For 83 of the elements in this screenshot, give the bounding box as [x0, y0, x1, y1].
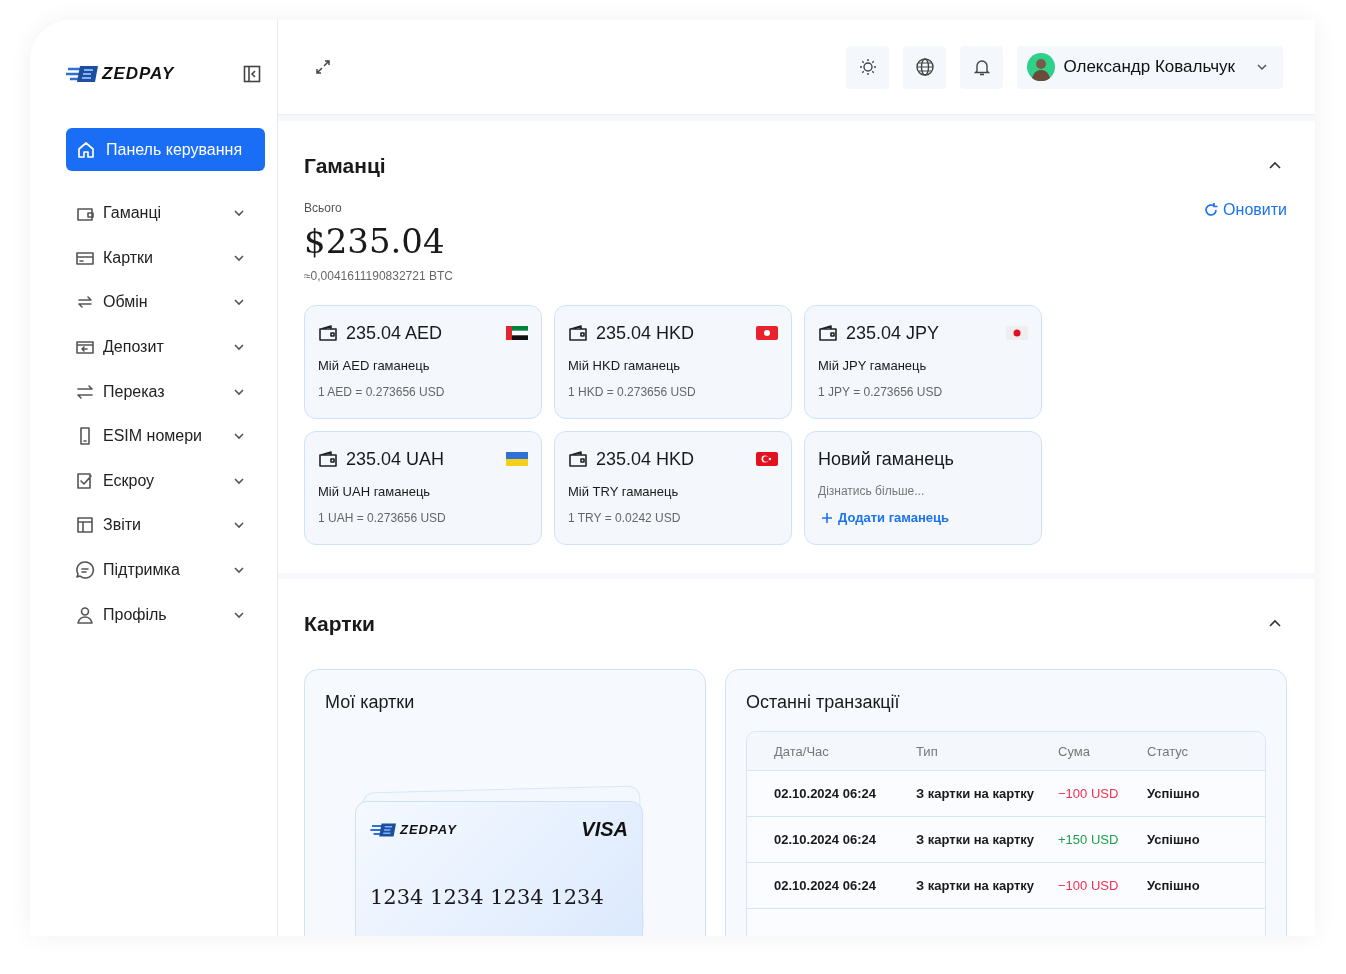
user-menu-button[interactable]: Олександр Ковальчук: [1017, 45, 1283, 89]
total-label: Всього: [304, 201, 343, 215]
wallet-name: Мій UAH гаманець: [318, 484, 432, 499]
section-title: Гаманці: [304, 154, 386, 178]
bell-icon: [971, 57, 992, 77]
panel-title: Останні транзакції: [746, 692, 901, 713]
wallet-card[interactable]: 235.04 JPY Мій JPY гаманець 1 JPY = 0.273656 USD: [804, 305, 1042, 419]
wallet-card[interactable]: 235.04 AED Мій AED гаманець 1 AED = 0.273656 USD: [304, 305, 542, 419]
wallet-icon: [318, 324, 338, 342]
wallet-icon: [568, 450, 588, 468]
globe-icon: [914, 57, 935, 77]
sidebar-nav-item[interactable]: Ескроу: [66, 458, 256, 504]
exchange-rate: 1 UAH = 0.273656 USD: [318, 511, 447, 525]
wallet-icon: [318, 450, 338, 468]
wallet-card[interactable]: 235.04 HKD Мій TRY гаманець 1 TRY = 0.0242 USD: [554, 431, 792, 545]
sidebar-nav-item[interactable]: Профіль: [66, 592, 256, 637]
column-header: Сума: [1058, 743, 1091, 759]
avatar-icon: [1027, 53, 1056, 81]
wallet-card[interactable]: 235.04 UAH Мій UAH гаманець 1 UAH = 0.273656 USD: [304, 431, 542, 545]
sun-icon: [857, 57, 878, 77]
table-cell-text: Успішно: [1147, 878, 1201, 893]
table-cell-text: 02.10.2024 06:24: [774, 786, 877, 801]
column-header: Тип: [916, 743, 939, 759]
card-network-logo: VISA: [581, 818, 628, 841]
sidebar-nav-item[interactable]: Картки: [66, 235, 256, 281]
wallet-name: Мій JPY гаманець: [818, 358, 928, 373]
table-cell-text: −100 USD: [1058, 878, 1120, 893]
notifications-button[interactable]: [960, 45, 1004, 89]
sidebar-nav-item[interactable]: Обмін: [66, 280, 256, 325]
zedpay-logo: ZEDPAY: [66, 64, 175, 84]
zedpay-logo: ZEDPAY: [370, 821, 457, 838]
table-cell-text: З картки на картку: [916, 786, 1036, 801]
table-cell-text: Успішно: [1147, 786, 1201, 801]
plus-icon: [821, 511, 833, 524]
new-wallet-title: Новий гаманець: [818, 448, 955, 470]
sidebar-toggle-icon[interactable]: [243, 65, 261, 83]
wallet-icon: [818, 324, 838, 342]
sidebar-nav-item[interactable]: Переказ: [66, 369, 256, 414]
table-cell-text: З картки на картку: [916, 878, 1036, 893]
language-button[interactable]: [903, 45, 947, 89]
card-number: 1234 1234 1234 1234: [370, 885, 605, 909]
wallet-amount: 235.04 AED: [346, 322, 444, 344]
wallet-card[interactable]: Новий гаманець Дізнатись більше... Додати гаманець: [804, 431, 1042, 545]
table-cell-text: Успішно: [1147, 832, 1201, 847]
exchange-rate: 1 JPY = 0.273656 USD: [818, 385, 944, 399]
wallet-amount: 235.04 UAH: [346, 448, 446, 470]
theme-toggle-button[interactable]: [846, 45, 890, 89]
wallet-amount: 235.04 HKD: [596, 322, 696, 344]
sidebar-nav-item[interactable]: ESIM номери: [66, 413, 256, 459]
wallet-amount: 235.04 JPY: [846, 322, 941, 344]
section-title: Картки: [304, 612, 375, 636]
btc-equivalent: ≈0,0041611190832721 BTC: [304, 269, 453, 283]
table-cell-text: 02.10.2024 06:24: [774, 832, 877, 847]
learn-more-text: Дізнатись більше...: [818, 484, 926, 498]
sidebar-nav-item[interactable]: Підтримка: [66, 547, 256, 593]
column-header: Статус: [1147, 743, 1190, 759]
exchange-rate: 1 TRY = 0.0242 USD: [568, 511, 682, 525]
total-balance: $235.04: [304, 221, 446, 261]
bank-card[interactable]: ZEDPAY VISA 1234 1234 1234 1234: [355, 801, 643, 936]
panel-title: Мої картки: [325, 692, 416, 713]
column-header: Дата/Час: [774, 743, 830, 759]
table-cell-text: 02.10.2024 06:24: [774, 878, 877, 893]
wallet-name: Мій TRY гаманець: [568, 484, 680, 499]
table-cell-text: З картки на картку: [916, 832, 1036, 847]
sidebar-nav-item[interactable]: Звіти: [66, 503, 256, 548]
refresh-icon: [1203, 202, 1220, 218]
table-cell-text: +150 USD: [1058, 832, 1120, 847]
nav-icon: [74, 559, 96, 582]
home-icon: [76, 139, 96, 160]
wallet-name: Мій AED гаманець: [318, 358, 431, 373]
expand-icon[interactable]: [314, 58, 332, 76]
add-wallet-link[interactable]: Додати гаманець: [818, 510, 950, 525]
wallet-card[interactable]: 235.04 HKD Мій HKD гаманець 1 HKD = 0.273656 USD: [554, 305, 792, 419]
wallet-amount: 235.04 HKD: [596, 448, 696, 470]
wallet-name: Мій HKD гаманець: [568, 358, 682, 373]
table-cell-text: −100 USD: [1058, 786, 1120, 801]
dashboard-nav-item[interactable]: Панель керування: [66, 128, 265, 171]
sidebar-nav-item[interactable]: Гаманці: [66, 191, 256, 236]
wallet-icon: [568, 324, 588, 342]
sidebar-nav-item[interactable]: Депозит: [66, 324, 256, 370]
exchange-rate: 1 AED = 0.273656 USD: [318, 385, 446, 399]
refresh-button[interactable]: Оновити: [1203, 201, 1287, 219]
exchange-rate: 1 HKD = 0.273656 USD: [568, 385, 697, 399]
